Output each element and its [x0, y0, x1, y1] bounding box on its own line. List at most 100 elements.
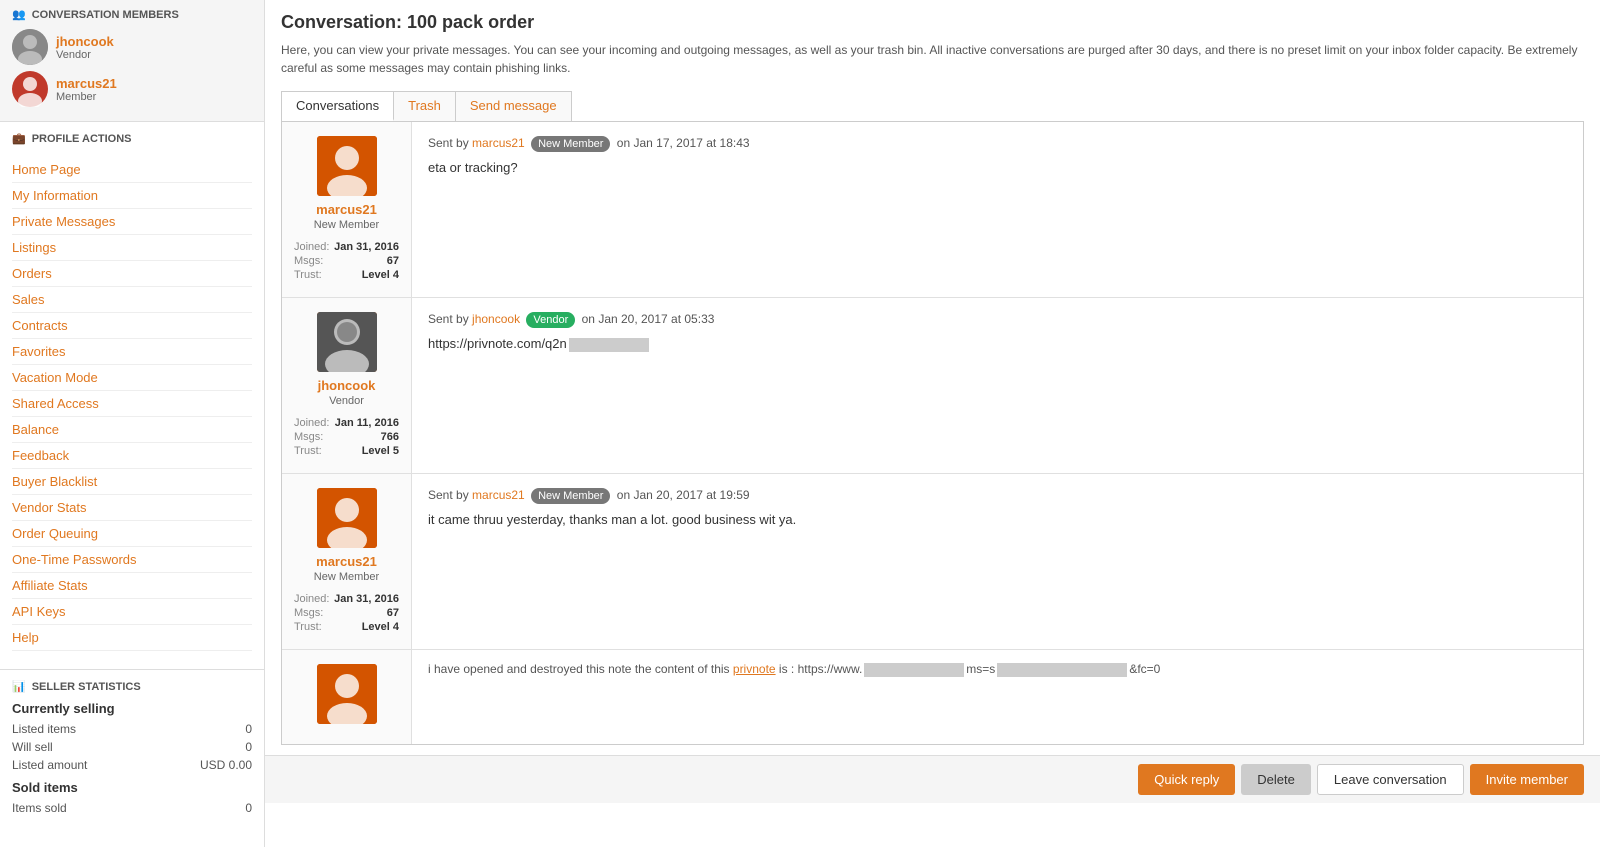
nav-shared-access[interactable]: Shared Access	[12, 391, 252, 417]
user-avatar-2	[317, 312, 377, 372]
user-avatar-1	[317, 136, 377, 196]
user-role-3: New Member	[292, 571, 401, 583]
user-role-2: Vendor	[292, 395, 401, 407]
member-avatar	[12, 71, 48, 107]
message-user-panel-3: marcus21 New Member Joined:Jan 31, 2016 …	[282, 474, 412, 649]
nav-vendor-stats[interactable]: Vendor Stats	[12, 495, 252, 521]
nav-home-page[interactable]: Home Page	[12, 157, 252, 183]
message-text-3: it came thruu yesterday, thanks man a lo…	[428, 512, 1567, 527]
message-body-1: Sent by marcus21 New Member on Jan 17, 2…	[412, 122, 1583, 297]
profile-actions-section: 💼 PROFILE ACTIONS Home Page My Informati…	[0, 122, 264, 661]
stat-listed-amount-label: Listed amount	[12, 758, 87, 772]
nav-private-messages[interactable]: Private Messages	[12, 209, 252, 235]
invite-member-button[interactable]: Invite member	[1470, 764, 1584, 795]
badge-vendor-2: Vendor	[526, 312, 575, 328]
sold-items-label: Sold items	[12, 780, 252, 795]
member-item-vendor: jhoncook Vendor	[12, 29, 252, 65]
message-body-3: Sent by marcus21 New Member on Jan 20, 2…	[412, 474, 1583, 649]
tab-send-message[interactable]: Send message	[456, 92, 571, 121]
sender-link-1[interactable]: marcus21	[472, 136, 525, 150]
stat-listed-items-value: 0	[245, 722, 252, 736]
nav-balance[interactable]: Balance	[12, 417, 252, 443]
message-text-1: eta or tracking?	[428, 160, 1567, 175]
conversation-members-section: 👥 CONVERSATION MEMBERS jhoncook Vendor	[0, 0, 264, 122]
stat-listed-amount: Listed amount USD 0.00	[12, 756, 252, 774]
profile-actions-header: 💼 PROFILE ACTIONS	[12, 132, 252, 149]
message-meta-3: Sent by marcus21 New Member on Jan 20, 2…	[428, 488, 1567, 504]
stat-will-sell-label: Will sell	[12, 740, 53, 754]
stat-items-sold-value: 0	[245, 801, 252, 815]
stats-icon: 📊	[12, 680, 26, 693]
nav-feedback[interactable]: Feedback	[12, 443, 252, 469]
user-info-table-3: Joined:Jan 31, 2016 Msgs:67 Trust:Level …	[292, 591, 401, 635]
message-block-1: marcus21 New Member Joined:Jan 31, 2016 …	[282, 122, 1583, 298]
message-block-2: jhoncook Vendor Joined:Jan 11, 2016 Msgs…	[282, 298, 1583, 474]
vendor-role: Vendor	[56, 49, 114, 61]
message-body-4: i have opened and destroyed this note th…	[412, 650, 1583, 744]
user-display-name-3: marcus21	[292, 554, 401, 569]
stat-listed-items-label: Listed items	[12, 722, 76, 736]
seller-stats-title-text: SELLER STATISTICS	[32, 681, 141, 693]
redacted-2	[864, 663, 964, 677]
main-content: Conversation: 100 pack order Here, you c…	[265, 0, 1600, 847]
message-text-2: https://privnote.com/q2n	[428, 336, 1567, 352]
tab-trash[interactable]: Trash	[394, 92, 456, 121]
currently-selling-label: Currently selling	[12, 701, 252, 716]
nav-sales[interactable]: Sales	[12, 287, 252, 313]
stat-items-sold: Items sold 0	[12, 799, 252, 817]
sender-link-3[interactable]: marcus21	[472, 488, 525, 502]
nav-api-keys[interactable]: API Keys	[12, 599, 252, 625]
user-avatar-3	[317, 488, 377, 548]
nav-my-information[interactable]: My Information	[12, 183, 252, 209]
message-block-4: i have opened and destroyed this note th…	[282, 650, 1583, 744]
stat-items-sold-label: Items sold	[12, 801, 67, 815]
sidebar: 👥 CONVERSATION MEMBERS jhoncook Vendor	[0, 0, 265, 847]
seller-stats-header: 📊 SELLER STATISTICS	[12, 680, 252, 693]
quick-reply-button[interactable]: Quick reply	[1138, 764, 1235, 795]
conv-members-header: 👥 CONVERSATION MEMBERS	[12, 8, 252, 21]
nav-vacation-mode[interactable]: Vacation Mode	[12, 365, 252, 391]
user-info-table-2: Joined:Jan 11, 2016 Msgs:766 Trust:Level…	[292, 415, 401, 459]
badge-new-member-1: New Member	[531, 136, 610, 152]
stat-will-sell: Will sell 0	[12, 738, 252, 756]
message-block-3: marcus21 New Member Joined:Jan 31, 2016 …	[282, 474, 1583, 650]
user-display-name-2: jhoncook	[292, 378, 401, 393]
conv-members-title-text: CONVERSATION MEMBERS	[32, 9, 179, 21]
message-user-panel-4	[282, 650, 412, 744]
redacted-1	[569, 338, 649, 352]
nav-affiliate-stats[interactable]: Affiliate Stats	[12, 573, 252, 599]
member-item-member: marcus21 Member	[12, 71, 252, 107]
profile-actions-title: PROFILE ACTIONS	[32, 133, 132, 145]
nav-buyer-blacklist[interactable]: Buyer Blacklist	[12, 469, 252, 495]
messages-area: marcus21 New Member Joined:Jan 31, 2016 …	[281, 121, 1584, 745]
user-role-1: New Member	[292, 219, 401, 231]
message-meta-1: Sent by marcus21 New Member on Jan 17, 2…	[428, 136, 1567, 152]
nav-one-time-passwords[interactable]: One-Time Passwords	[12, 547, 252, 573]
nav-help[interactable]: Help	[12, 625, 252, 651]
page-description: Here, you can view your private messages…	[281, 41, 1584, 77]
nav-order-queuing[interactable]: Order Queuing	[12, 521, 252, 547]
seller-stats-section: 📊 SELLER STATISTICS Currently selling Li…	[0, 669, 264, 827]
stat-listed-items: Listed items 0	[12, 720, 252, 738]
nav-orders[interactable]: Orders	[12, 261, 252, 287]
briefcase-icon: 💼	[12, 132, 26, 145]
page-layout: 👥 CONVERSATION MEMBERS jhoncook Vendor	[0, 0, 1600, 847]
nav-contracts[interactable]: Contracts	[12, 313, 252, 339]
tabs-bar: Conversations Trash Send message	[281, 91, 572, 121]
page-title: Conversation: 100 pack order	[281, 12, 1584, 33]
leave-conversation-button[interactable]: Leave conversation	[1317, 764, 1464, 795]
member-role: Member	[56, 91, 117, 103]
vendor-name: jhoncook	[56, 34, 114, 49]
delete-button[interactable]: Delete	[1241, 764, 1311, 795]
user-display-name-1: marcus21	[292, 202, 401, 217]
message-meta-2: Sent by jhoncook Vendor on Jan 20, 2017 …	[428, 312, 1567, 328]
people-icon: 👥	[12, 8, 26, 21]
user-avatar-4	[317, 664, 377, 724]
privnote-link[interactable]: privnote	[733, 662, 776, 676]
user-info-table-1: Joined:Jan 31, 2016 Msgs:67 Trust:Level …	[292, 239, 401, 283]
nav-favorites[interactable]: Favorites	[12, 339, 252, 365]
sender-link-2[interactable]: jhoncook	[472, 312, 520, 326]
stat-will-sell-value: 0	[245, 740, 252, 754]
nav-listings[interactable]: Listings	[12, 235, 252, 261]
tab-conversations[interactable]: Conversations	[282, 92, 394, 121]
